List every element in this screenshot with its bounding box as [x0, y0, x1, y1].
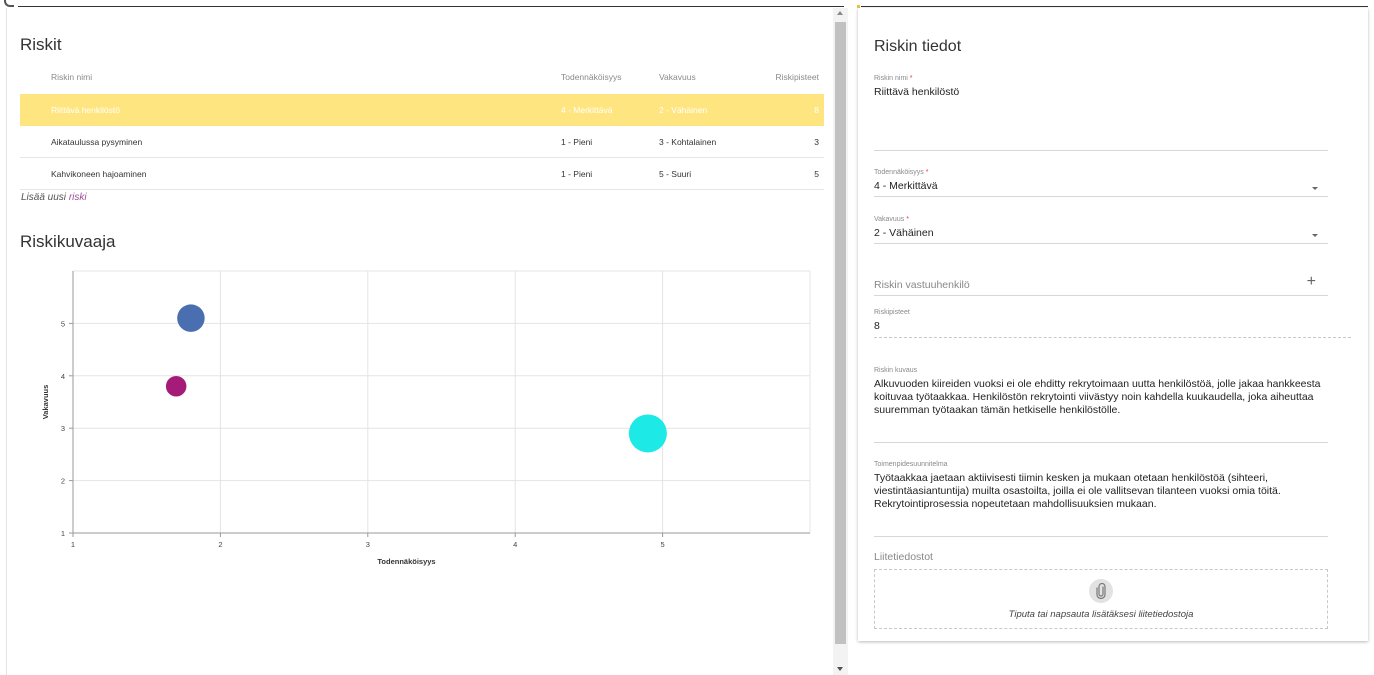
required-mark: * [906, 216, 909, 223]
data-point [165, 376, 187, 397]
x-tick-label: 1 [71, 540, 75, 549]
plan-value[interactable]: Työtaakkaa jaetaan aktiivisesti tiimin k… [874, 472, 1328, 511]
top-divider-left [18, 6, 844, 7]
left-panel: Riskit Riskin nimi Todennäköisyys Vakavu… [6, 8, 833, 675]
field-underline [874, 295, 1328, 296]
field-underline [874, 536, 1328, 537]
row-probability: 1 - Pieni [561, 168, 593, 179]
severity-select[interactable]: Vakavuus * 2 - Vähäinen [874, 216, 1328, 244]
field-underline-dashed [874, 337, 1351, 338]
y-tick-label: 3 [61, 424, 65, 433]
row-probability: 4 - Merkittävä [561, 105, 613, 115]
probability-label: Todennäköisyys * [874, 169, 929, 176]
probability-value[interactable]: 4 - Merkittävä [874, 180, 1328, 193]
y-tick-label: 1 [61, 529, 65, 538]
column-header-probability[interactable]: Todennäköisyys [561, 72, 621, 82]
x-tick-label: 5 [661, 540, 665, 549]
y-axis-title: Vakavuus [41, 385, 50, 420]
description-value[interactable]: Alkuvuoden kiireiden vuoksi ei ole ehdit… [874, 378, 1328, 417]
dropzone-text: Tiputa tai napsauta lisätäksesi liitetie… [1008, 609, 1194, 620]
data-point [177, 304, 205, 332]
row-points: 3 [814, 136, 819, 147]
risk-name-value[interactable]: Riittävä henkilöstö [874, 86, 1328, 99]
table-row[interactable]: Kahvikoneen hajoaminen 1 - Pieni 5 - Suu… [20, 158, 824, 190]
points-value: 8 [874, 320, 880, 332]
scroll-down-icon[interactable] [837, 667, 843, 671]
column-header-severity[interactable]: Vakavuus [659, 72, 696, 82]
attachments-title: Liitetiedostot [874, 551, 933, 563]
x-tick-label: 2 [218, 540, 222, 549]
risk-name-field[interactable]: Riskin nimi * Riittävä henkilöstö [874, 75, 1328, 151]
field-underline [874, 442, 1328, 443]
x-tick-label: 4 [513, 540, 517, 549]
row-points: 5 [814, 168, 819, 179]
owner-placeholder: Riskin vastuuhenkilö [874, 279, 970, 291]
risk-details-panel: Riskin tiedot Riskin nimi * Riittävä hen… [858, 8, 1368, 641]
add-risk-prefix: Lisää uusi [21, 192, 67, 203]
column-header-points[interactable]: Riskipisteet [776, 72, 819, 82]
y-tick-label: 4 [61, 372, 65, 381]
plan-field[interactable]: Toimenpidesuunnitelma Työtaakkaa jaetaan… [874, 461, 1328, 537]
top-divider-right [861, 6, 1368, 7]
points-label: Riskipisteet [874, 309, 910, 316]
row-name: Riittävä henkilöstö [51, 105, 120, 115]
scroll-up-icon[interactable] [837, 11, 843, 15]
table-row-selected[interactable]: Riittävä henkilöstö 4 - Merkittävä 2 - V… [20, 94, 824, 126]
y-tick-label: 5 [61, 319, 65, 328]
row-severity: 5 - Suuri [659, 168, 692, 179]
plan-label: Toimenpidesuunnitelma [874, 461, 948, 468]
scrollbar[interactable] [833, 8, 848, 675]
probability-select[interactable]: Todennäköisyys * 4 - Merkittävä [874, 169, 1328, 197]
dropdown-arrow-icon[interactable] [1312, 234, 1318, 237]
severity-value[interactable]: 2 - Vähäinen [874, 227, 1328, 240]
description-field[interactable]: Riskin kuvaus Alkuvuoden kiireiden vuoks… [874, 367, 1328, 443]
row-severity: 2 - Vähäinen [659, 105, 708, 115]
details-title: Riskin tiedot [874, 38, 962, 55]
attachments-dropzone[interactable]: Tiputa tai napsauta lisätäksesi liitetie… [874, 569, 1328, 629]
add-risk-link[interactable]: riski [69, 192, 87, 203]
table-header: Riskin nimi Todennäköisyys Vakavuus Risk… [20, 60, 824, 94]
dropdown-arrow-icon[interactable] [1312, 187, 1318, 190]
risk-chart: 1 2 3 4 5 1 2 3 4 5 Todennäköisyys Vakavuus [20, 263, 824, 583]
field-underline [874, 196, 1328, 197]
field-underline [874, 150, 1328, 151]
x-tick-label: 3 [366, 540, 370, 549]
points-field: Riskipisteet 8 [874, 309, 1351, 339]
row-name: Aikataulussa pysyminen [51, 136, 143, 147]
plus-icon[interactable]: + [1307, 274, 1316, 290]
risk-chart-svg: 1 2 3 4 5 1 2 3 4 5 Todennäköisyys Vakavuus [41, 270, 811, 566]
required-mark: * [925, 169, 929, 176]
owner-field[interactable]: Riskin vastuuhenkilö + [874, 274, 1328, 297]
field-underline [874, 243, 1328, 244]
row-severity: 3 - Kohtalainen [659, 136, 717, 147]
row-probability: 1 - Pieni [561, 136, 593, 147]
scrollbar-thumb[interactable] [835, 22, 846, 644]
risk-table: Riskin nimi Todennäköisyys Vakavuus Risk… [20, 60, 824, 190]
description-label: Riskin kuvaus [874, 367, 918, 374]
y-tick-label: 2 [61, 477, 65, 486]
paperclip-icon [1089, 579, 1113, 603]
required-mark: * [909, 75, 913, 82]
add-risk: Lisää uusi riski [21, 192, 87, 203]
risk-name-label: Riskin nimi * [874, 75, 913, 82]
column-header-name[interactable]: Riskin nimi [51, 72, 92, 82]
table-row[interactable]: Aikataulussa pysyminen 1 - Pieni 3 - Koh… [20, 126, 824, 158]
row-points: 8 [814, 105, 819, 115]
severity-label: Vakavuus * [874, 216, 909, 223]
x-axis-title: Todennäköisyys [377, 557, 435, 566]
risks-title: Riskit [20, 35, 62, 54]
data-point [628, 414, 667, 453]
corner-mark [0, 0, 16, 7]
row-name: Kahvikoneen hajoaminen [51, 168, 147, 179]
chart-title: Riskikuvaaja [20, 232, 116, 251]
